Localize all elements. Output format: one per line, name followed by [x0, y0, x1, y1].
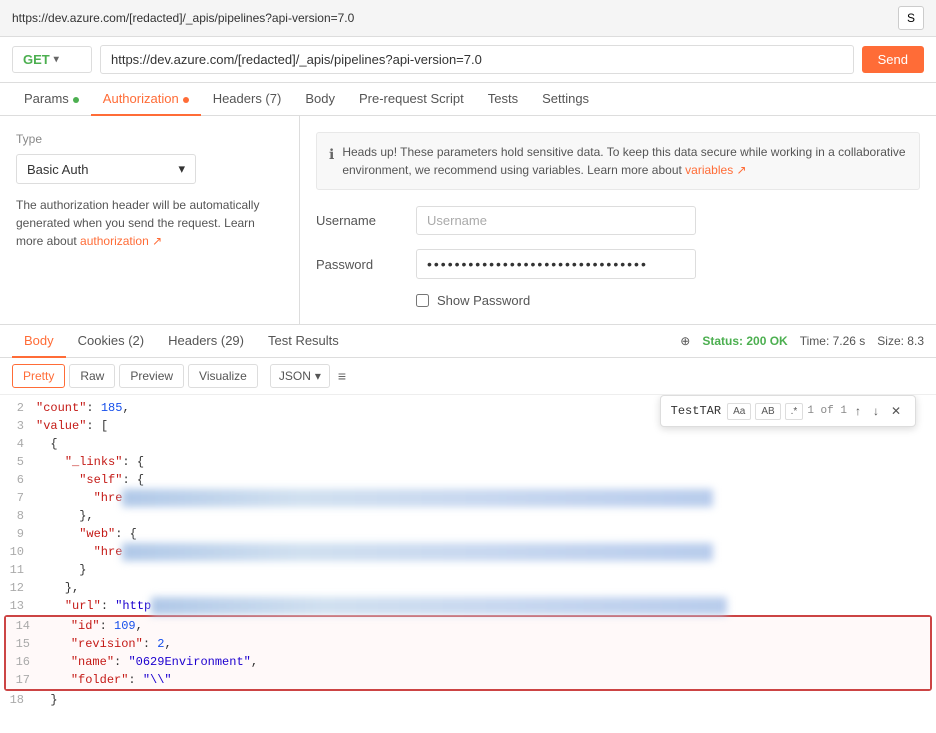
info-banner: ℹ Heads up! These parameters hold sensit… [316, 132, 920, 190]
username-label: Username [316, 213, 416, 228]
auth-type-select[interactable]: Basic Auth ▾ [16, 154, 196, 184]
code-line-9: 9 "web": { [0, 525, 936, 543]
network-icon: ⊕ [680, 334, 690, 348]
params-dot [73, 97, 79, 103]
tab-prerequest[interactable]: Pre-request Script [347, 83, 476, 116]
code-area: TestTAR Aa AB .* 1 of 1 ↑ ↓ ✕ 2 "count":… [0, 395, 936, 713]
visualize-btn[interactable]: Visualize [188, 364, 258, 388]
response-tab-body[interactable]: Body [12, 325, 66, 358]
show-password-row: Show Password [316, 293, 920, 308]
search-prev-btn[interactable]: ↑ [851, 402, 865, 420]
code-line-5: 5 "_links": { [0, 453, 936, 471]
top-bar: https://dev.azure.com/[redacted]/_apis/p… [0, 0, 936, 37]
request-bar: GET ▾ Send [0, 37, 936, 83]
response-tab-cookies[interactable]: Cookies (2) [66, 325, 156, 358]
code-line-7: 7 "hre [0, 489, 936, 507]
code-line-10: 10 "hre [0, 543, 936, 561]
response-tabs-left: Body Cookies (2) Headers (29) Test Resul… [12, 325, 351, 357]
response-status-bar: ⊕ Status: 200 OK Time: 7.26 s Size: 8.3 [680, 334, 924, 348]
search-close-btn[interactable]: ✕ [887, 402, 905, 420]
search-query: TestTAR [671, 404, 721, 418]
preview-btn[interactable]: Preview [119, 364, 184, 388]
search-next-btn[interactable]: ↓ [869, 402, 883, 420]
wrap-icon[interactable]: ≡ [338, 368, 346, 384]
save-button[interactable]: S [898, 6, 924, 30]
code-line-6: 6 "self": { [0, 471, 936, 489]
search-whole-word-btn[interactable]: AB [755, 403, 780, 420]
response-tab-headers[interactable]: Headers (29) [156, 325, 256, 358]
show-password-label[interactable]: Show Password [437, 293, 530, 308]
url-input[interactable] [100, 45, 854, 74]
size-text: Size: 8.3 [877, 334, 924, 348]
code-line-15: 15 "revision": 2, [6, 635, 930, 653]
tab-authorization[interactable]: Authorization [91, 83, 201, 116]
format-chevron-icon: ▾ [315, 369, 321, 383]
code-line-18: 18 } [0, 691, 936, 709]
password-input[interactable] [416, 249, 696, 279]
status-text: Status: 200 OK [702, 334, 787, 348]
code-line-14: 14 "id": 109, [6, 617, 930, 635]
code-line-4: 4 { [0, 435, 936, 453]
method-chevron-icon: ▾ [54, 54, 59, 65]
code-line-11: 11 } [0, 561, 936, 579]
search-regex-btn[interactable]: .* [785, 403, 804, 420]
auth-left: Type Basic Auth ▾ The authorization head… [0, 116, 300, 324]
info-icon: ℹ [329, 144, 334, 165]
search-popup: TestTAR Aa AB .* 1 of 1 ↑ ↓ ✕ [660, 395, 916, 427]
code-line-17: 17 "folder": "\\" [6, 671, 930, 689]
body-section: Body Cookies (2) Headers (29) Test Resul… [0, 324, 936, 713]
highlight-box: 14 "id": 109, 15 "revision": 2, 16 "name… [4, 615, 932, 691]
auth-right: ℹ Heads up! These parameters hold sensit… [300, 116, 936, 324]
response-tab-testresults[interactable]: Test Results [256, 325, 351, 358]
viewer-toolbar: Pretty Raw Preview Visualize JSON ▾ ≡ [0, 358, 936, 395]
code-line-13: 13 "url": "http [0, 597, 936, 615]
auth-description: The authorization header will be automat… [16, 196, 283, 250]
raw-btn[interactable]: Raw [69, 364, 115, 388]
auth-dot [183, 97, 189, 103]
tab-body[interactable]: Body [293, 83, 347, 116]
request-tabs: Params Authorization Headers (7) Body Pr… [0, 83, 936, 116]
send-button[interactable]: Send [862, 46, 924, 73]
top-bar-url: https://dev.azure.com/[redacted]/_apis/p… [12, 11, 354, 25]
username-input[interactable] [416, 206, 696, 235]
show-password-checkbox[interactable] [416, 294, 429, 307]
username-row: Username [316, 206, 920, 235]
match-info: 1 of 1 [807, 405, 847, 417]
response-tabs-bar: Body Cookies (2) Headers (29) Test Resul… [0, 325, 936, 358]
tab-settings[interactable]: Settings [530, 83, 601, 116]
code-line-8: 8 }, [0, 507, 936, 525]
password-label: Password [316, 257, 416, 272]
tab-tests[interactable]: Tests [476, 83, 530, 116]
method-select[interactable]: GET ▾ [12, 46, 92, 73]
code-line-12: 12 }, [0, 579, 936, 597]
variables-link[interactable]: variables ↗ [685, 163, 746, 177]
tab-params[interactable]: Params [12, 83, 91, 116]
auth-panel: Type Basic Auth ▾ The authorization head… [0, 116, 936, 324]
time-text: Time: 7.26 s [800, 334, 866, 348]
type-chevron-icon: ▾ [178, 161, 185, 177]
password-row: Password [316, 249, 920, 279]
code-line-16: 16 "name": "0629Environment", [6, 653, 930, 671]
tab-headers[interactable]: Headers (7) [201, 83, 294, 116]
search-controls: Aa AB .* 1 of 1 ↑ ↓ ✕ [727, 402, 905, 420]
auth-link[interactable]: authorization ↗ [80, 234, 162, 248]
search-case-btn[interactable]: Aa [727, 403, 751, 420]
pretty-btn[interactable]: Pretty [12, 364, 65, 388]
format-select[interactable]: JSON ▾ [270, 364, 330, 388]
type-label: Type [16, 132, 283, 146]
